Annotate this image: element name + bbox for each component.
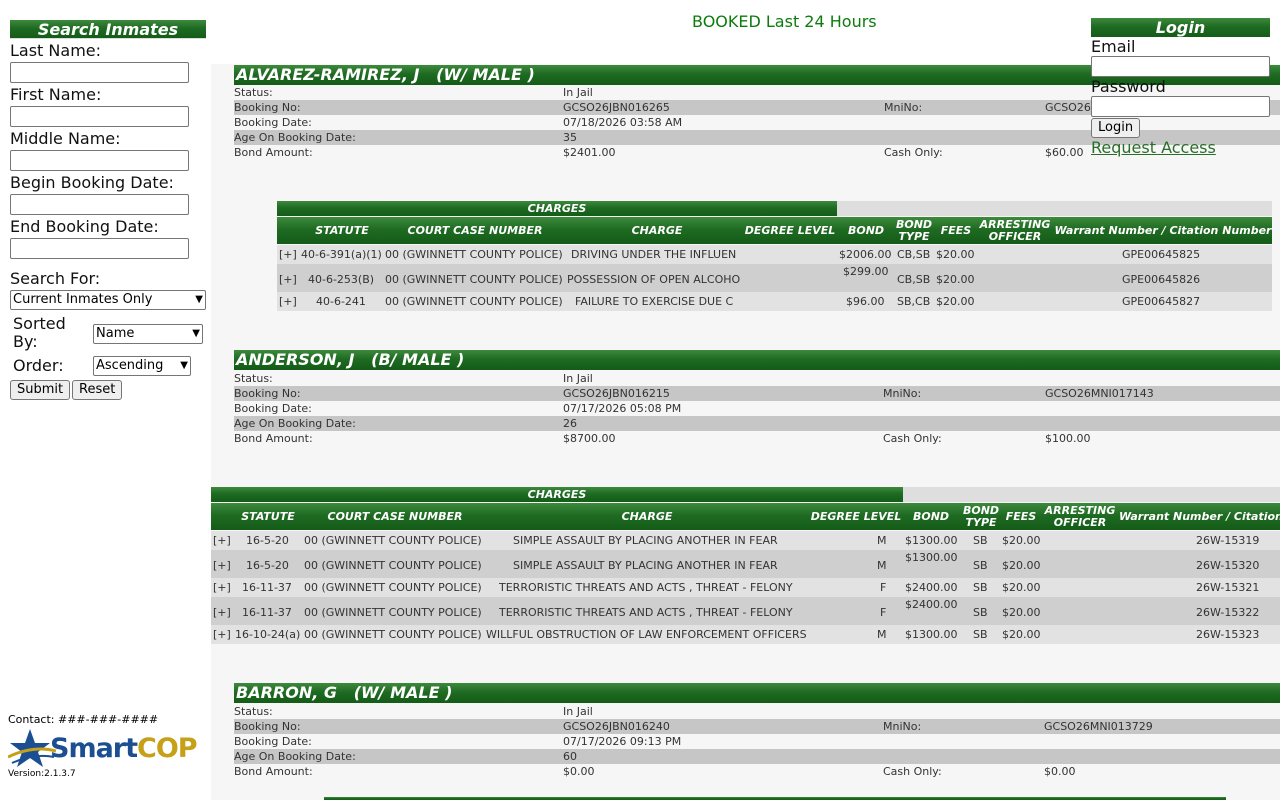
end-booking-date-label: End Booking Date: <box>10 217 159 236</box>
first-name-label: First Name: <box>10 85 102 104</box>
middle-name-label: Middle Name: <box>10 129 121 148</box>
booking-date-row: Booking Date: 07/17/2026 09:13 PM <box>234 735 682 748</box>
password-label: Password <box>1091 77 1166 96</box>
order-label: Order: <box>13 356 64 375</box>
inmate-name-header[interactable]: BARRON, G (W/ MALE ) <box>234 683 1280 703</box>
request-access-link[interactable]: Request Access <box>1091 138 1216 157</box>
chevron-down-icon: ▼ <box>180 360 188 371</box>
charges-band-filler <box>903 487 1280 502</box>
login-button[interactable]: Login <box>1091 118 1141 138</box>
middle-name-input[interactable] <box>10 150 189 171</box>
status-row: Status: In Jail <box>234 705 593 718</box>
charges-title: CHARGES <box>277 201 837 216</box>
bond-amount-row: Bond Amount: $0.00 Cash Only: $0.00 <box>234 765 1076 778</box>
expand-charge-button[interactable]: [+] <box>213 628 231 641</box>
last-name-input[interactable] <box>10 62 189 83</box>
results-area: ALVAREZ-RAMIREZ, J (W/ MALE ) Status: In … <box>211 64 1280 800</box>
booking-no-row: Booking No: GCSO26JBN016240 MniNo: GCSO26M… <box>234 719 1280 734</box>
page-title: BOOKED Last 24 Hours <box>692 12 877 31</box>
password-field[interactable] <box>1091 96 1270 117</box>
submit-button[interactable]: Submit <box>10 380 71 400</box>
end-booking-date-input[interactable] <box>10 238 189 259</box>
order-select[interactable]: Ascending ▼ <box>93 356 191 376</box>
sorted-by-label: Sorted By: <box>13 314 66 351</box>
charge-row: [+] 16-11-37 00 (GWINNETT COUNTY POLICE)… <box>211 578 1280 597</box>
email-label: Email <box>1091 37 1136 56</box>
search-for-label: Search For: <box>10 269 101 288</box>
charge-row: [+] 16-5-20 00 (GWINNETT COUNTY POLICE) … <box>211 531 1280 550</box>
order-value: Ascending <box>96 358 164 373</box>
search-for-value: Current Inmates Only <box>13 292 153 307</box>
begin-booking-date-input[interactable] <box>10 194 189 215</box>
booking-no-row: Booking No: GCSO26JBN016215 MniNo: GCSO26M… <box>234 386 1280 401</box>
search-panel-title: Search Inmates <box>10 20 206 39</box>
charges-title: CHARGES <box>211 487 903 502</box>
age-row: Age On Booking Date: 26 <box>234 416 1280 431</box>
charge-row: [+] 40-6-391(a)(1) 00 (GWINNETT COUNTY P… <box>277 245 1272 264</box>
bond-amount-row: Bond Amount: $8700.00 Cash Only: $100.00 <box>234 432 1091 445</box>
version-text: Version:2.1.3.7 <box>8 769 76 779</box>
reset-button[interactable]: Reset <box>72 380 123 400</box>
age-row: Age On Booking Date: 60 <box>234 749 1280 764</box>
login-panel: Login Email Password Login Request Acces… <box>1091 18 1280 168</box>
smartcop-logo: SmartCOP <box>50 733 198 764</box>
contact-text: Contact: ###-###-#### <box>8 713 159 726</box>
sorted-by-value: Name <box>96 326 135 341</box>
charge-row: [+] 40-6-241 00 (GWINNETT COUNTY POLICE)… <box>277 292 1272 311</box>
email-field[interactable] <box>1091 56 1270 77</box>
expand-charge-button[interactable]: [+] <box>213 606 231 619</box>
charge-row: [+] 16-5-20 00 (GWINNETT COUNTY POLICE) … <box>211 550 1280 578</box>
last-name-label: Last Name: <box>10 41 102 60</box>
chevron-down-icon: ▼ <box>192 328 200 339</box>
expand-charge-button[interactable]: [+] <box>213 559 231 572</box>
expand-charge-button[interactable]: [+] <box>279 248 297 261</box>
begin-booking-date-label: Begin Booking Date: <box>10 173 174 192</box>
search-for-select[interactable]: Current Inmates Only ▼ <box>10 290 206 310</box>
charges-band-filler <box>837 201 1272 216</box>
login-panel-title: Login <box>1091 18 1270 37</box>
charges-header-row: STATUTE COURT CASE NUMBER CHARGE DEGREE … <box>277 217 1272 244</box>
charge-row: [+] 16-11-37 00 (GWINNETT COUNTY POLICE)… <box>211 597 1280 625</box>
search-panel: Search Inmates Last Name: First Name: Mi… <box>0 0 211 800</box>
expand-charge-button[interactable]: [+] <box>213 581 231 594</box>
expand-charge-button[interactable]: [+] <box>279 273 297 286</box>
expand-charge-button[interactable]: [+] <box>213 534 231 547</box>
inmate-name-header[interactable]: ANDERSON, J (B/ MALE ) <box>234 350 1280 370</box>
expand-charge-button[interactable]: [+] <box>279 295 297 308</box>
booking-date-row: Booking Date: 07/17/2026 05:08 PM <box>234 402 682 415</box>
charge-row: [+] 16-10-24(a) 00 (GWINNETT COUNTY POLI… <box>211 625 1280 644</box>
status-row: Status: In Jail <box>234 372 593 385</box>
first-name-input[interactable] <box>10 106 189 127</box>
charges-header-row: STATUTE COURT CASE NUMBER CHARGE DEGREE … <box>211 503 1280 530</box>
chevron-down-icon: ▼ <box>195 294 203 305</box>
charge-row: [+] 40-6-253(B) 00 (GWINNETT COUNTY POLI… <box>277 264 1272 292</box>
sorted-by-select[interactable]: Name ▼ <box>93 324 203 344</box>
